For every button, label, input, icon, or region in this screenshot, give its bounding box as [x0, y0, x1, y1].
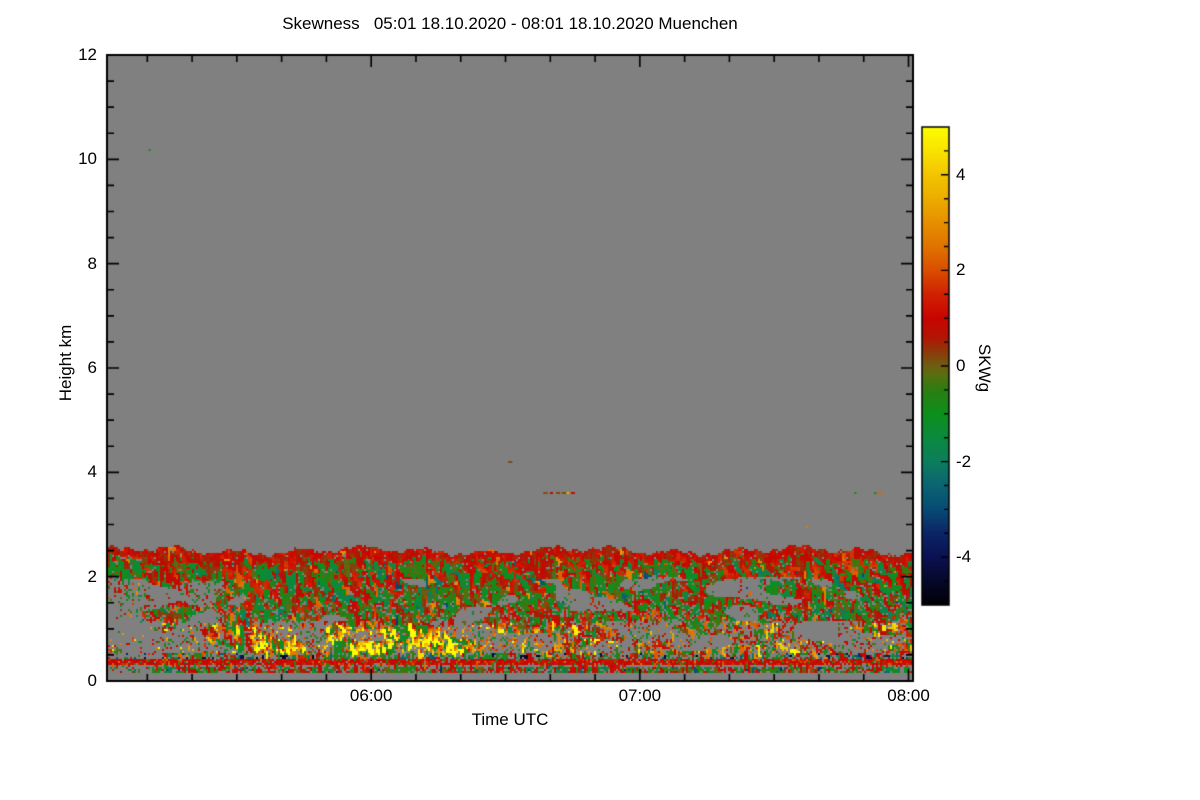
- plot-title: Skewness 05:01 18.10.2020 - 08:01 18.10.…: [282, 14, 738, 33]
- y-tick-label-2: 2: [87, 566, 97, 586]
- x-tick-label-06:00: 06:00: [349, 686, 393, 705]
- colorbar-tick-label-4: 4: [956, 164, 966, 184]
- colorbar-tick-label--4: -4: [956, 547, 972, 567]
- time-height-heatmap-canvas: [0, 0, 1200, 800]
- y-tick-label-4: 4: [87, 462, 97, 482]
- skewness-quicklook-figure: Skewness 05:01 18.10.2020 - 08:01 18.10.…: [0, 0, 1200, 800]
- x-axis-label: Time UTC: [471, 710, 549, 729]
- x-tick-label-08:00: 08:00: [887, 686, 930, 705]
- x-tick-label-07:00: 07:00: [618, 686, 662, 705]
- colorbar-tick-label-0: 0: [956, 356, 966, 375]
- colorbar-tick-label-2: 2: [956, 260, 966, 280]
- colorbar-tick-label--2: -2: [956, 451, 972, 471]
- y-tick-label-10: 10: [78, 149, 97, 169]
- y-tick-label-8: 8: [87, 253, 97, 273]
- y-tick-label-6: 6: [87, 358, 97, 377]
- y-tick-label-12: 12: [78, 45, 97, 64]
- y-tick-label-0: 0: [87, 671, 97, 690]
